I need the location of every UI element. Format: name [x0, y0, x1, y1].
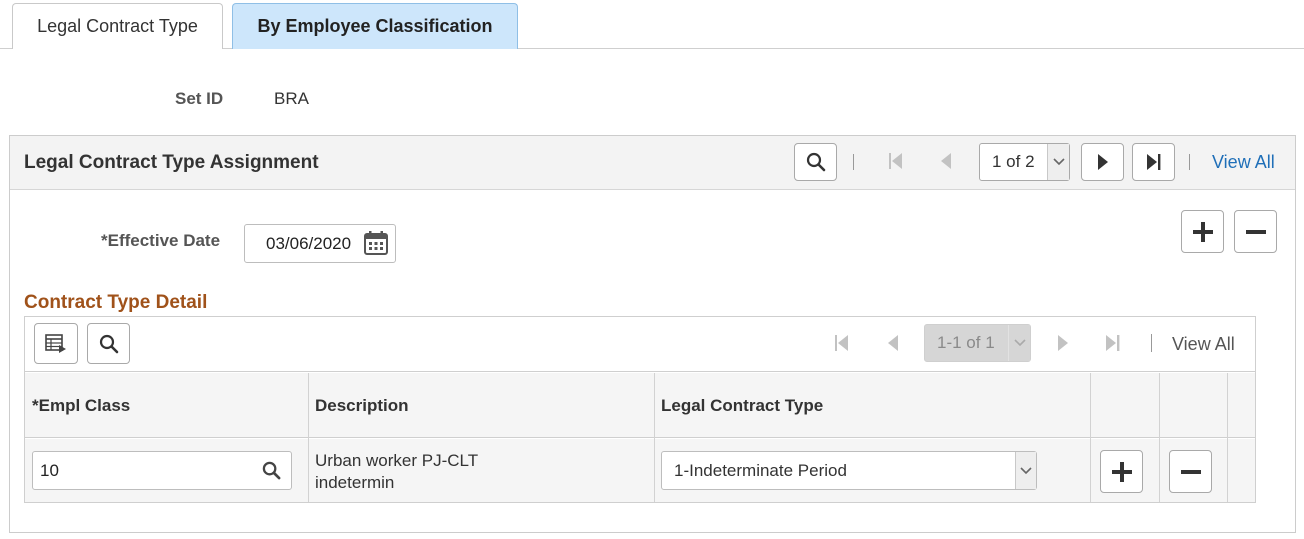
calendar-icon[interactable] [363, 230, 389, 261]
tab-legal-contract-type[interactable]: Legal Contract Type [12, 3, 223, 49]
next-page-button[interactable] [1081, 143, 1124, 181]
column-divider [308, 373, 309, 502]
empl-class-value: 10 [40, 460, 59, 480]
contract-type-detail-title: Contract Type Detail [24, 292, 208, 313]
setid-label: Set ID [175, 89, 224, 108]
legal-contract-type-select[interactable]: 1-Indeterminate Period [661, 451, 1037, 490]
column-header-legal-contract-type: Legal Contract Type [661, 396, 824, 415]
description-line-1: Urban worker PJ-CLT [315, 451, 479, 470]
row-pager-select[interactable]: 1 of 2 [979, 143, 1070, 181]
column-divider [654, 373, 655, 502]
column-divider [1159, 373, 1160, 502]
add-row-button[interactable] [1181, 210, 1224, 253]
tab-by-employee-classification[interactable]: By Employee Classification [232, 3, 518, 49]
setid-value: BRA [274, 89, 309, 108]
grid-toolbar [25, 317, 1255, 372]
grid-header-row [25, 373, 1255, 438]
chevron-down-icon [1008, 325, 1030, 361]
column-divider [1090, 373, 1091, 502]
column-header-empl-class: *Empl Class [32, 396, 131, 415]
tab-label: Legal Contract Type [37, 16, 198, 36]
previous-page-icon[interactable] [940, 152, 952, 175]
next-page-icon[interactable] [1057, 334, 1069, 357]
last-page-icon[interactable] [1105, 334, 1121, 357]
separator [1189, 154, 1190, 170]
minus-icon [1245, 229, 1266, 234]
plus-icon [1111, 461, 1132, 482]
empl-class-input[interactable]: 10 [32, 451, 292, 490]
legal-contract-type-value: 1-Indeterminate Period [674, 460, 847, 480]
grid-settings-icon [45, 333, 66, 353]
grid-search-button[interactable] [87, 323, 130, 364]
chevron-down-icon [1015, 452, 1036, 489]
last-page-icon [1146, 154, 1160, 170]
first-page-icon[interactable] [834, 334, 850, 357]
grid-pager-value: 1-1 of 1 [937, 333, 995, 352]
pager-value: 1 of 2 [992, 152, 1035, 171]
view-all-link[interactable]: View All [1212, 152, 1275, 173]
separator [1151, 334, 1152, 352]
plus-icon [1192, 221, 1213, 242]
delete-row-button[interactable] [1234, 210, 1277, 253]
previous-page-icon[interactable] [887, 334, 899, 357]
add-grid-row-button[interactable] [1100, 450, 1143, 493]
lookup-search-icon[interactable] [262, 461, 281, 485]
separator [853, 154, 854, 170]
assignment-title: Legal Contract Type Assignment [24, 152, 319, 173]
first-page-icon[interactable] [888, 152, 904, 175]
description-line-2: indetermin [315, 473, 395, 492]
next-page-icon [1097, 154, 1108, 170]
search-button[interactable] [794, 143, 837, 181]
delete-grid-row-button[interactable] [1169, 450, 1212, 493]
minus-icon [1180, 469, 1201, 474]
column-header-description: Description [315, 396, 409, 415]
grid-row-pager-select[interactable]: 1-1 of 1 [924, 324, 1031, 362]
chevron-down-icon [1047, 144, 1069, 180]
tab-label: By Employee Classification [257, 16, 493, 36]
last-page-button[interactable] [1132, 143, 1175, 181]
search-icon [806, 152, 825, 172]
personalize-grid-button[interactable] [34, 323, 78, 364]
grid-view-all-link[interactable]: View All [1172, 334, 1235, 355]
effective-date-label: *Effective Date [101, 231, 221, 250]
column-divider [1227, 373, 1228, 502]
search-icon [99, 334, 118, 353]
effective-date-value: 03/06/2020 [266, 233, 352, 253]
